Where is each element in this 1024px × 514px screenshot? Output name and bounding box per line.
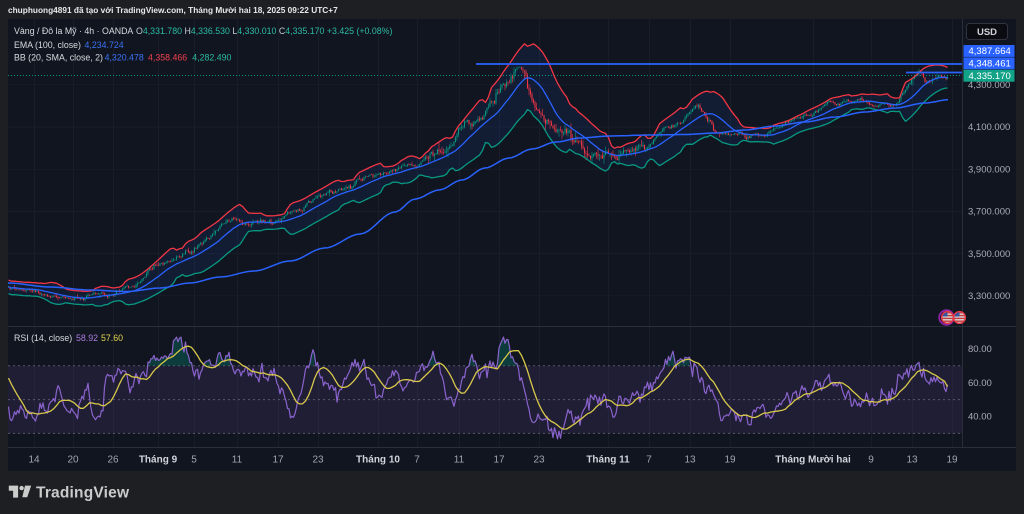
- svg-text:4,320.478: 4,320.478: [105, 53, 144, 63]
- svg-text:14: 14: [28, 455, 40, 466]
- svg-text:4,358.466: 4,358.466: [148, 53, 187, 63]
- svg-text:4,234.724: 4,234.724: [85, 40, 124, 50]
- svg-text:3,300.000: 3,300.000: [968, 291, 1010, 302]
- svg-text:40.00: 40.00: [968, 412, 992, 423]
- svg-text:17: 17: [493, 455, 505, 466]
- svg-text:3,500.000: 3,500.000: [968, 249, 1010, 260]
- svg-text:3,900.000: 3,900.000: [968, 164, 1010, 175]
- svg-text:7: 7: [414, 455, 420, 466]
- svg-text:EMA (100, close): EMA (100, close): [14, 40, 81, 50]
- svg-text:4,387.664: 4,387.664: [969, 46, 1011, 57]
- svg-text:80.00: 80.00: [968, 344, 992, 355]
- svg-text:USD: USD: [977, 27, 997, 38]
- svg-text:O4,331.780 H4,336.530 L4,330.0: O4,331.780 H4,336.530 L4,330.010 C4,335.…: [136, 26, 392, 36]
- svg-text:BB (20, SMA, close, 2): BB (20, SMA, close, 2): [14, 53, 103, 63]
- svg-text:4,348.461: 4,348.461: [969, 59, 1011, 70]
- svg-text:13: 13: [684, 455, 696, 466]
- svg-text:23: 23: [533, 455, 545, 466]
- svg-text:4,282.490: 4,282.490: [192, 53, 231, 63]
- svg-text:Vàng / Đô la Mỹ · 4h · OANDA: Vàng / Đô la Mỹ · 4h · OANDA: [14, 26, 133, 36]
- svg-text:26: 26: [107, 455, 119, 466]
- svg-text:11: 11: [232, 455, 243, 466]
- svg-text:3,700.000: 3,700.000: [968, 207, 1010, 218]
- svg-text:Tháng 10: Tháng 10: [356, 455, 400, 466]
- svg-text:23: 23: [312, 455, 324, 466]
- svg-text:Tháng Mười hai: Tháng Mười hai: [775, 455, 851, 466]
- svg-text:58.92: 58.92: [76, 333, 98, 343]
- svg-text:13: 13: [906, 455, 918, 466]
- svg-text:RSI (14, close): RSI (14, close): [14, 333, 72, 343]
- svg-text:9: 9: [868, 455, 874, 466]
- svg-text:4,100.000: 4,100.000: [968, 122, 1010, 133]
- svg-text:5: 5: [191, 455, 197, 466]
- svg-text:57.60: 57.60: [101, 333, 123, 343]
- svg-text:20: 20: [67, 455, 79, 466]
- svg-text:chuphuong4891 đã tạo với Tradi: chuphuong4891 đã tạo với TradingView.com…: [8, 5, 338, 15]
- svg-text:19: 19: [946, 455, 958, 466]
- svg-text:11: 11: [454, 455, 465, 466]
- svg-text:Tháng 11: Tháng 11: [586, 455, 630, 466]
- svg-text:Tháng 9: Tháng 9: [139, 455, 178, 466]
- svg-text:7: 7: [646, 455, 652, 466]
- svg-text:4,335.170: 4,335.170: [969, 71, 1011, 82]
- svg-text:19: 19: [724, 455, 736, 466]
- svg-text:17: 17: [272, 455, 284, 466]
- svg-text:TradingView: TradingView: [36, 485, 130, 502]
- svg-text:60.00: 60.00: [968, 378, 992, 389]
